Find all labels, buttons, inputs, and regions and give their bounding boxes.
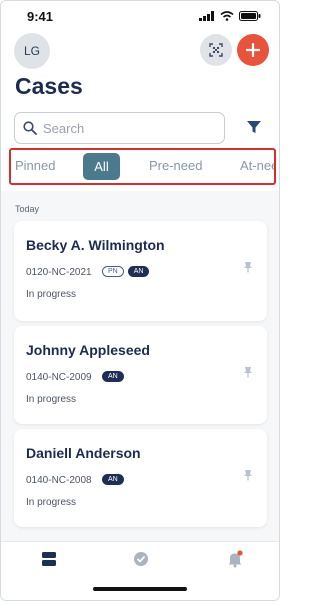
- search-icon: [23, 121, 37, 135]
- qr-scan-icon: [209, 43, 223, 57]
- plus-icon: [246, 43, 260, 57]
- case-name: Becky A. Wilmington: [26, 237, 165, 253]
- cases-icon[interactable]: [41, 550, 57, 568]
- case-badges: AN: [102, 371, 124, 382]
- case-name: Daniell Anderson: [26, 445, 141, 461]
- case-card[interactable]: Daniell Anderson 0140-NC-2008 AN In prog…: [14, 429, 267, 527]
- case-status: In progress: [26, 394, 77, 405]
- header: LG Cases Search Pinned All Pre-need At-n…: [1, 31, 279, 191]
- pin-icon[interactable]: [243, 261, 253, 273]
- phone-screen: 9:41 LG Cases Search Pinned All Pre-need…: [0, 0, 280, 601]
- tabs-highlight-box: [9, 148, 276, 185]
- pin-icon[interactable]: [243, 469, 253, 481]
- search-placeholder: Search: [43, 120, 85, 136]
- pin-icon[interactable]: [243, 366, 253, 378]
- bell-icon[interactable]: [227, 550, 243, 568]
- bottom-nav: [1, 541, 279, 600]
- search-input[interactable]: Search: [14, 112, 225, 144]
- case-code: 0120-NC-2021: [26, 267, 92, 278]
- status-time: 9:41: [27, 9, 54, 24]
- battery-icon: [239, 11, 261, 21]
- avatar-initials: LG: [23, 44, 40, 58]
- check-circle-icon[interactable]: [133, 550, 149, 568]
- badge-an: AN: [102, 474, 124, 485]
- case-code: 0140-NC-2008: [26, 475, 92, 486]
- filter-tabs: Pinned All Pre-need At-need: [1, 147, 279, 189]
- badge-an: AN: [102, 371, 124, 382]
- add-case-button[interactable]: [237, 34, 269, 66]
- status-icons: [199, 11, 261, 21]
- section-label-today: Today: [15, 204, 40, 214]
- status-bar: 9:41: [1, 1, 279, 31]
- signal-icon: [199, 11, 214, 21]
- scan-button[interactable]: [200, 34, 232, 66]
- case-badges: AN: [102, 474, 124, 485]
- case-badges: PN AN: [102, 266, 150, 277]
- avatar[interactable]: LG: [14, 33, 50, 69]
- home-indicator: [93, 587, 187, 591]
- case-status: In progress: [26, 497, 77, 508]
- case-card[interactable]: Becky A. Wilmington 0120-NC-2021 PN AN I…: [14, 221, 267, 321]
- case-card[interactable]: Johnny Appleseed 0140-NC-2009 AN In prog…: [14, 326, 267, 424]
- badge-an: AN: [127, 266, 150, 277]
- case-code: 0140-NC-2009: [26, 372, 92, 383]
- case-name: Johnny Appleseed: [26, 342, 150, 358]
- page-title: Cases: [15, 73, 83, 99]
- badge-pn: PN: [102, 266, 124, 277]
- funnel-icon[interactable]: [246, 119, 262, 135]
- case-status: In progress: [26, 289, 77, 300]
- wifi-icon: [220, 11, 234, 21]
